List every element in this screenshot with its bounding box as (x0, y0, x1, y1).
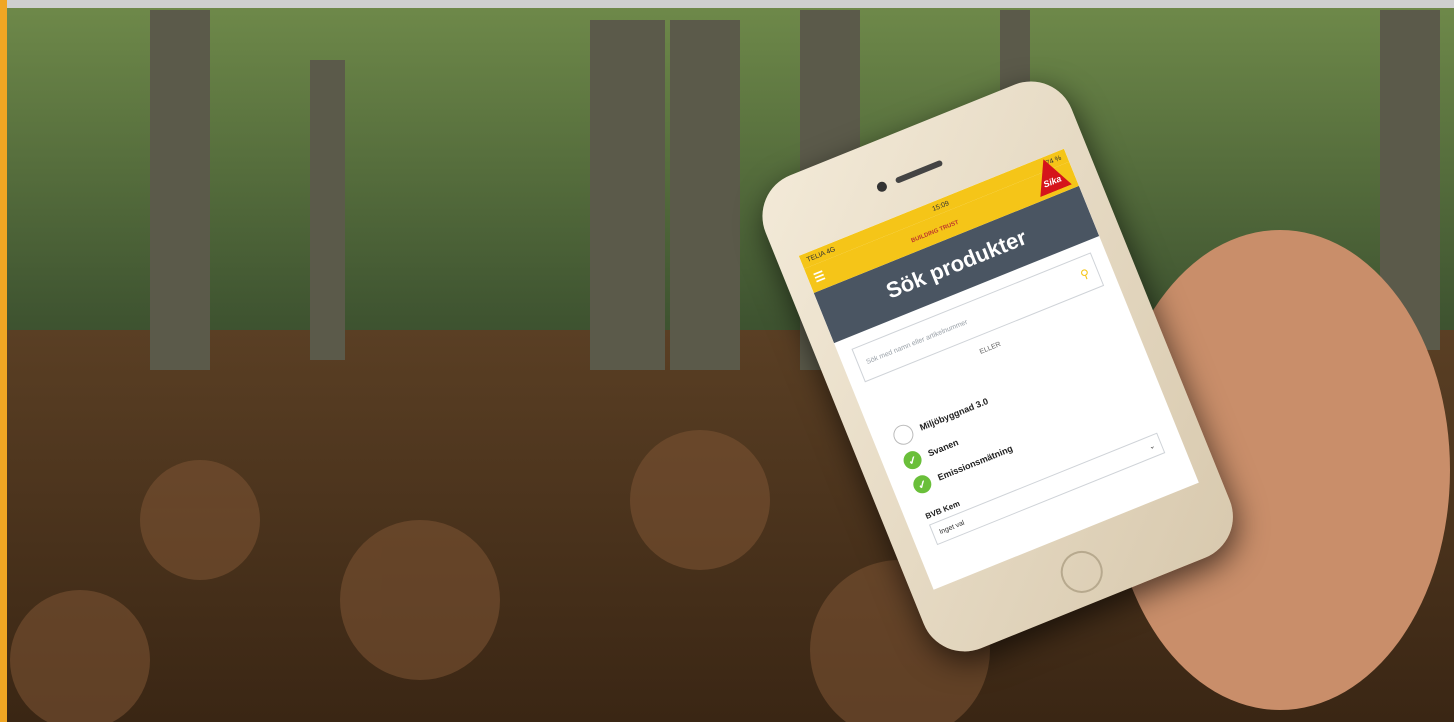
option-label: Svanen (926, 437, 960, 459)
chevron-down-icon: ⌄ (1148, 442, 1157, 452)
check-icon[interactable]: ✓ (910, 472, 935, 496)
hamburger-icon[interactable]: ☰ (812, 268, 827, 285)
camera-icon (875, 180, 889, 194)
bvb-value: Inget val (938, 519, 966, 536)
home-button[interactable] (1054, 544, 1110, 600)
left-accent-stripe (0, 0, 7, 722)
speaker-grille (894, 159, 944, 184)
unchecked-icon[interactable] (890, 421, 917, 448)
check-icon[interactable]: ✓ (900, 448, 925, 472)
search-icon[interactable]: ⚲ (1078, 266, 1091, 282)
top-border (0, 0, 1454, 8)
bvb-select[interactable]: Inget val ⌄ (928, 432, 1166, 546)
